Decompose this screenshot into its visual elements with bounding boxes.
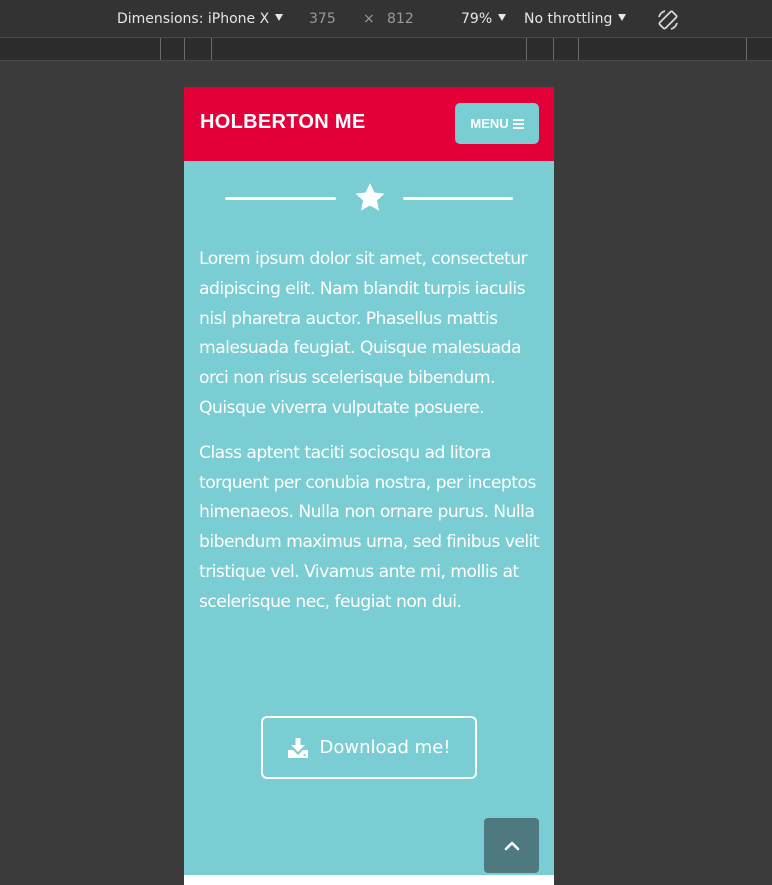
rotate-icon[interactable] [656, 8, 680, 32]
throttling-dropdown[interactable]: No throttling [524, 10, 627, 28]
ruler-segment[interactable] [160, 38, 161, 60]
ruler-segment[interactable] [553, 38, 554, 60]
divider-line-left [225, 197, 336, 200]
download-button[interactable]: Download me! [261, 716, 477, 779]
dropdown-arrow-icon [498, 14, 507, 21]
back-to-top-button[interactable] [484, 818, 539, 873]
site-header: HOLBERTON ME MENU [184, 87, 554, 161]
throttling-label: No throttling [524, 11, 613, 27]
site-brand[interactable]: HOLBERTON ME [200, 111, 365, 134]
dropdown-arrow-icon [618, 14, 627, 21]
paragraph-1: Lorem ipsum dolor sit amet, consectetur … [199, 249, 528, 418]
hamburger-icon [512, 117, 524, 131]
dropdown-arrow-icon [275, 14, 284, 21]
zoom-dropdown[interactable]: 79% [461, 10, 507, 28]
chevron-up-icon [504, 841, 519, 850]
device-viewport: HOLBERTON ME MENU Lorem ipsum dolor sit … [184, 87, 554, 885]
width-input[interactable]: 375 [309, 10, 336, 28]
ruler-segment[interactable] [184, 38, 185, 60]
zoom-label: 79% [461, 11, 493, 27]
paragraph-2: Class aptent taciti sociosqu ad litora t… [199, 442, 540, 612]
ruler-segment[interactable] [746, 38, 747, 60]
times-symbol: × [363, 11, 375, 27]
height-input[interactable]: 812 [387, 10, 414, 28]
menu-button[interactable]: MENU [455, 103, 539, 144]
ruler-segment[interactable] [578, 38, 579, 60]
menu-label: MENU [470, 116, 509, 131]
dimensions-dropdown[interactable]: Dimensions: iPhone X [117, 10, 284, 28]
star-icon [355, 183, 385, 211]
download-label: Download me! [319, 737, 451, 758]
content-section: Lorem ipsum dolor sit amet, consectetur … [199, 245, 544, 633]
ruler-segment[interactable] [526, 38, 527, 60]
footer-strip [184, 875, 554, 885]
dimensions-label: Dimensions: iPhone X [117, 11, 270, 27]
devtools-toolbar: Dimensions: iPhone X 375 × 812 79% No th… [0, 0, 772, 38]
download-icon [288, 737, 309, 758]
divider-line-right [403, 197, 513, 200]
media-query-ruler [0, 38, 772, 61]
ruler-segment[interactable] [211, 38, 212, 60]
